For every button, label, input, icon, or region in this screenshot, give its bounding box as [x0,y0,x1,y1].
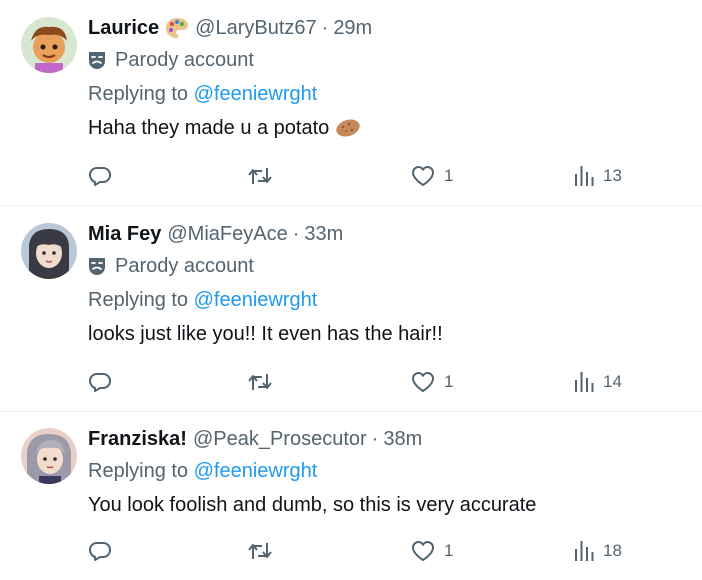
display-name[interactable]: Franziska! [88,428,187,451]
avatar[interactable] [21,428,77,484]
views-button[interactable]: 13 [574,161,622,191]
views-button[interactable]: 18 [574,536,622,566]
views-button[interactable]: 14 [574,367,622,397]
potato-icon [335,118,361,138]
tweet-text: You look foolish and dumb, so this is ve… [88,488,686,522]
like-button[interactable]: 1 [411,536,453,566]
parody-mask-icon [88,256,106,276]
heart-icon [412,166,434,186]
analytics-icon [575,166,594,186]
reply-icon [89,167,111,186]
reply-feed: Laurice @LaryButz67 · 29m Parody account… [0,0,702,580]
retweet-button[interactable] [247,161,273,191]
tweet-text: looks just like you!! It even has the ha… [88,317,686,351]
replying-to: Replying to @feeniewrght [88,454,686,488]
user-handle[interactable]: @LaryButz67 [195,17,316,40]
tweet-text-content: looks just like you!! It even has the ha… [88,323,443,345]
replying-to-mention[interactable]: @feeniewrght [194,460,318,482]
replying-to: Replying to @feeniewrght [88,77,686,111]
analytics-icon [575,372,594,392]
like-button[interactable]: 1 [411,367,453,397]
replying-to: Replying to @feeniewrght [88,283,686,317]
retweet-icon [248,168,272,184]
avatar[interactable] [21,223,77,279]
tweet-text-content: You look foolish and dumb, so this is ve… [88,494,537,516]
retweet-icon [248,543,272,559]
replying-to-prefix: Replying to [88,289,189,311]
display-name[interactable]: Laurice [88,17,159,40]
reply-icon [89,373,111,392]
separator-dot: · [371,427,379,450]
tweet-reply[interactable]: Franziska! @Peak_Prosecutor · 38m Replyi… [0,412,702,580]
parody-label: Parody account [88,249,686,283]
retweet-button[interactable] [247,367,273,397]
tweet-text-content: Haha they made u a potato [88,117,330,139]
analytics-icon [575,541,594,561]
tweet-text: Haha they made u a potato [88,111,686,145]
parody-mask-icon [88,50,106,70]
like-button[interactable]: 1 [411,161,453,191]
user-handle[interactable]: @Peak_Prosecutor [193,428,367,451]
parody-label: Parody account [88,43,686,77]
like-count: 1 [444,541,454,560]
parody-label-text: Parody account [115,254,254,277]
separator-dot: · [321,16,329,39]
display-name[interactable]: Mia Fey [88,223,161,246]
retweet-icon [248,374,272,390]
tweet-reply[interactable]: Laurice @LaryButz67 · 29m Parody account… [0,0,702,206]
heart-icon [412,372,434,392]
like-count: 1 [444,166,454,185]
like-count: 1 [444,372,454,391]
artist-palette-icon [165,17,189,39]
reply-button[interactable] [88,367,112,397]
views-count: 18 [603,541,622,560]
user-handle[interactable]: @MiaFeyAce [167,223,287,246]
views-count: 13 [603,166,622,185]
timestamp[interactable]: 38m [383,428,422,451]
reply-button[interactable] [88,536,112,566]
reply-button[interactable] [88,161,112,191]
replying-to-prefix: Replying to [88,460,189,482]
replying-to-prefix: Replying to [88,83,189,105]
avatar[interactable] [21,17,77,73]
action-bar: 1 13 [88,161,648,191]
tweet-reply[interactable]: Mia Fey @MiaFeyAce · 33m Parody account [0,206,702,412]
views-count: 14 [603,372,622,391]
parody-label-text: Parody account [115,48,254,71]
separator-dot: · [292,222,300,245]
action-bar: 1 14 [88,367,648,397]
replying-to-mention[interactable]: @feeniewrght [194,289,318,311]
replying-to-mention[interactable]: @feeniewrght [194,83,318,105]
reply-icon [89,542,111,561]
action-bar: 1 18 [88,536,648,566]
heart-icon [412,541,434,561]
timestamp[interactable]: 33m [304,223,343,246]
retweet-button[interactable] [247,536,273,566]
timestamp[interactable]: 29m [333,17,372,40]
